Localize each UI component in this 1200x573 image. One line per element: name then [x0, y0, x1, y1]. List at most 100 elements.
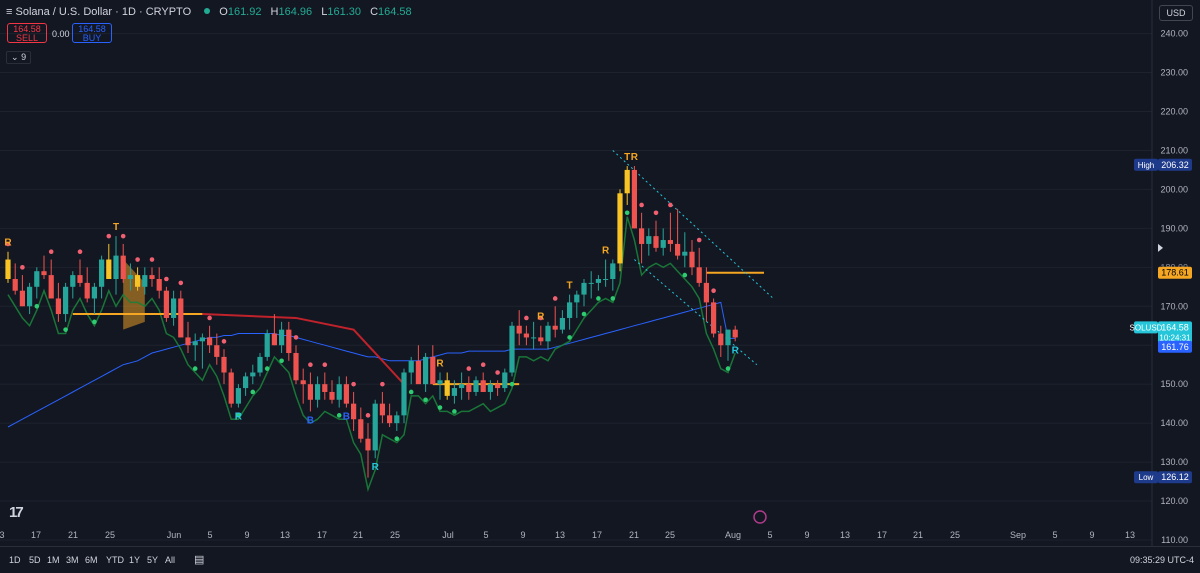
x-tick-label: 13 — [840, 530, 850, 540]
symbol-title[interactable]: Solana / U.S. Dollar · 1D · CRYPTO — [15, 6, 191, 18]
timeframe-6m[interactable]: 6M — [85, 555, 98, 565]
tradingview-logo: 17 — [9, 504, 24, 521]
timeframe-3m[interactable]: 3M — [66, 555, 79, 565]
candle-body — [293, 353, 299, 381]
timeframe-ytd[interactable]: YTD — [106, 555, 124, 565]
candle-body — [603, 279, 609, 280]
clock: 09:35:29 UTC-4 — [1129, 555, 1194, 565]
signal-dot — [524, 315, 529, 321]
x-tick-label: Jun — [167, 530, 182, 540]
x-tick-label: 25 — [950, 530, 960, 540]
high-label: H — [270, 6, 279, 18]
currency-button[interactable]: USD — [1159, 5, 1193, 21]
candle-body — [531, 337, 537, 339]
timeframe-all[interactable]: All — [165, 555, 175, 565]
candle-body — [365, 438, 371, 451]
candle-body — [595, 279, 601, 283]
cloud-band — [123, 259, 145, 330]
signal-marker: R — [372, 462, 380, 473]
sell-button[interactable]: 164.58 SELL — [7, 23, 47, 43]
x-tick-label: 17 — [592, 530, 602, 540]
signal-dot — [581, 311, 587, 317]
candle-body — [221, 356, 227, 373]
low-value: 161.30 — [327, 6, 361, 18]
signal-marker: R — [732, 345, 740, 356]
signal-dot — [336, 413, 342, 418]
sell-label: SELL — [15, 33, 39, 43]
candle-body — [459, 384, 465, 389]
candle-body — [451, 388, 457, 396]
spread-value: 0.00 — [52, 29, 70, 39]
candle-body — [574, 294, 580, 303]
candle-body — [41, 271, 47, 276]
candle-body — [264, 333, 270, 357]
signal-dot — [624, 210, 630, 216]
candle-body — [77, 275, 83, 283]
close-value: 164.58 — [378, 6, 412, 18]
candle-body — [214, 345, 220, 357]
timeframe-1y[interactable]: 1Y — [129, 555, 140, 565]
indicators-toggle[interactable]: ⌄ 9 — [6, 51, 32, 64]
candle-body — [70, 275, 76, 287]
signal-dot — [423, 397, 428, 403]
candle-body — [682, 251, 688, 256]
candle-body — [516, 325, 522, 334]
timeframe-1d[interactable]: 1D — [9, 555, 21, 565]
y-tick-label: 150.00 — [1160, 379, 1188, 389]
candle-body — [444, 380, 450, 396]
x-tick-label: 5 — [1052, 530, 1057, 540]
candle-body — [343, 384, 349, 404]
candle-body — [55, 298, 61, 315]
signal-dot — [149, 257, 155, 262]
candle-body — [156, 279, 162, 291]
signal-marker: B — [343, 412, 350, 423]
signal-dot — [394, 436, 400, 442]
signal-dot — [668, 202, 673, 208]
candle-body — [588, 282, 594, 284]
indicator-count: 9 — [21, 52, 27, 62]
x-tick-label: 13 — [280, 530, 290, 540]
market-status-icon — [204, 8, 211, 14]
signal-dot — [596, 296, 601, 301]
signal-dot — [293, 335, 299, 340]
menu-icon[interactable]: ≡ — [6, 6, 12, 18]
x-tick-label: 3 — [0, 530, 5, 540]
buy-button[interactable]: 164.58 BUY — [72, 23, 112, 43]
candle-body — [358, 419, 364, 439]
date-range-icon[interactable]: ▤ — [194, 553, 204, 566]
candle-body — [127, 275, 133, 279]
signal-marker: R — [602, 246, 610, 257]
candle-body — [689, 251, 695, 268]
candle-body — [235, 388, 241, 404]
y-tick-label: 210.00 — [1160, 145, 1188, 155]
y-tick-label: 170.00 — [1160, 301, 1188, 311]
x-tick-label: 5 — [207, 530, 212, 540]
timeframe-5d[interactable]: 5D — [29, 555, 41, 565]
low-tag: 126.12 — [1161, 472, 1189, 482]
candle-body — [703, 282, 709, 303]
signal-dot — [135, 257, 140, 262]
candle-body — [401, 372, 407, 416]
y-tick-label: 130.00 — [1160, 457, 1188, 467]
signal-dot — [207, 315, 212, 321]
candle-body — [257, 356, 263, 373]
x-tick-label: 5 — [767, 530, 772, 540]
signal-marker: R — [537, 312, 545, 323]
timeframe-5y[interactable]: 5Y — [147, 555, 158, 565]
candle-body — [250, 372, 256, 377]
candle-body — [185, 337, 191, 346]
candle-body — [732, 329, 738, 338]
timeframe-1m[interactable]: 1M — [47, 555, 60, 565]
signal-dot — [567, 335, 572, 340]
candle-body — [639, 228, 645, 244]
signal-dot — [192, 366, 198, 371]
signal-dot — [120, 233, 126, 239]
signal-dot — [77, 249, 83, 255]
candle-body — [271, 333, 277, 346]
candle-body — [487, 384, 493, 392]
signal-dot — [610, 296, 616, 301]
price-chart[interactable]: 240.00230.00220.00210.00200.00190.00180.… — [0, 0, 1200, 546]
candle-body — [696, 267, 702, 283]
candle-body — [667, 240, 673, 244]
ma-tag: 161.76 — [1161, 342, 1189, 352]
